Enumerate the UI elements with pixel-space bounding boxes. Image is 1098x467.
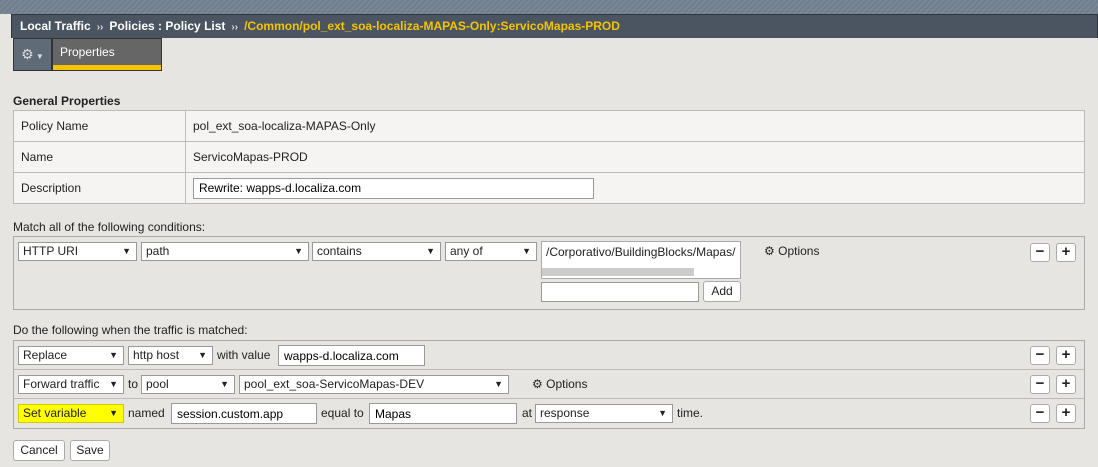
action-row: Replace▼ http host▼ with value − + (14, 341, 1084, 370)
tab-properties[interactable]: Properties (52, 38, 162, 71)
name-label: Name (13, 141, 186, 173)
action-row: Forward traffic ▼ to pool ▼ pool_ext_soa-S… (14, 370, 1084, 399)
gear-icon: ⚙ (532, 377, 543, 391)
new-value-input[interactable] (541, 282, 699, 302)
breadcrumb-local-traffic[interactable]: Local Traffic (20, 19, 91, 33)
top-band (0, 0, 1098, 14)
actions-box: Replace▼ http host▼ with value − + Forwa… (13, 340, 1085, 429)
remove-action-button[interactable]: − (1030, 375, 1050, 394)
forward-type-select[interactable]: pool ▼ (141, 375, 235, 394)
add-condition-button[interactable]: + (1056, 243, 1076, 262)
name-value: ServicoMapas-PROD (185, 141, 1085, 173)
remove-condition-button[interactable]: − (1030, 243, 1050, 262)
tab-bar: ⚙ ▼ Properties (11, 38, 1098, 71)
gear-menu-icon[interactable]: ⚙ ▼ (13, 38, 52, 71)
remove-action-button[interactable]: − (1030, 404, 1050, 423)
breadcrumb-current: /Common/pol_ext_soa-localiza-MAPAS-Only:… (244, 19, 620, 33)
variable-value-input[interactable] (369, 403, 517, 424)
general-properties-title: General Properties (13, 94, 121, 108)
description-input[interactable] (193, 177, 594, 199)
add-action-button[interactable]: + (1056, 346, 1076, 365)
event-select[interactable]: response ▼ (535, 404, 673, 423)
add-action-button[interactable]: + (1056, 404, 1076, 423)
action-select[interactable]: Forward traffic ▼ (18, 375, 124, 394)
pool-select[interactable]: pool_ext_soa-ServicoMapas-DEV ▼ (239, 375, 509, 394)
add-action-button[interactable]: + (1056, 375, 1076, 394)
actions-title: Do the following when the traffic is mat… (13, 323, 248, 337)
breadcrumb: Local Traffic ›› Policies : Policy List ›› /… (11, 14, 1098, 39)
variable-name-input[interactable] (171, 403, 317, 424)
conditions-title: Match all of the following conditions: (13, 220, 206, 234)
policy-name-value: pol_ext_soa-localiza-MAPAS-Only (185, 110, 1085, 142)
policy-name-label: Policy Name (13, 110, 186, 142)
horizontal-scrollbar[interactable] (542, 268, 694, 276)
breadcrumb-policy-list[interactable]: Policies : Policy List (109, 19, 225, 33)
conditions-options-button[interactable]: ⚙ Options (764, 244, 819, 258)
values-list[interactable]: /Corporativo/BuildingBlocks/Mapas/ (541, 241, 741, 279)
general-properties-table: Policy Name pol_ext_soa-localiza-MAPAS-On… (13, 110, 1085, 204)
quantifier-select[interactable]: any of ▼ (445, 242, 537, 261)
cancel-button[interactable]: Cancel (13, 440, 65, 461)
gear-icon: ⚙ (764, 244, 775, 258)
action-select[interactable]: Set variable ▼ (18, 404, 124, 423)
operator-select[interactable]: contains ▼ (312, 242, 441, 261)
add-button[interactable]: Add (703, 281, 741, 302)
value-item[interactable]: /Corporativo/BuildingBlocks/Mapas/ (542, 242, 740, 262)
remove-action-button[interactable]: − (1030, 346, 1050, 365)
save-button[interactable]: Save (70, 440, 110, 461)
description-label: Description (13, 172, 186, 204)
replace-value-input[interactable] (278, 345, 425, 366)
action-options-button[interactable]: ⚙ Options (532, 377, 587, 391)
selector-select[interactable]: path ▼ (141, 242, 309, 261)
action-select[interactable]: Replace ▼ (18, 346, 124, 365)
operand-select[interactable]: HTTP URI ▼ (18, 242, 137, 261)
conditions-box: HTTP URI ▼ path ▼ contains ▼ any of ▼ /Corpo… (13, 236, 1085, 310)
action-row: Set variable▼ named equal to at response… (14, 399, 1084, 428)
target-select[interactable]: http host ▼ (128, 346, 213, 365)
